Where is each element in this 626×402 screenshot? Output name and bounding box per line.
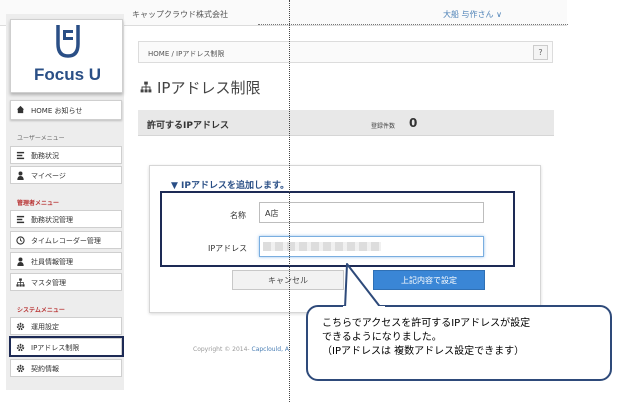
sidebar-item-work-status-admin[interactable]: 勤務状況管理 — [10, 210, 122, 228]
user-menu[interactable]: 大船 与作さん ∨ — [443, 9, 502, 20]
section-user-menu: ユーザーメニュー — [17, 135, 65, 142]
sidebar-item-home[interactable]: HOME お知らせ — [10, 100, 122, 120]
list-title: 許可するIPアドレス — [147, 121, 229, 131]
company-name: キャップクラウド株式会社 — [132, 10, 228, 19]
callout-line: できるようになりました。 — [322, 332, 442, 343]
count-value: 0 — [409, 116, 418, 130]
logo-text: Focus U — [33, 65, 102, 84]
sidebar-item-contract[interactable]: 契約情報 — [10, 359, 122, 377]
sidebar-item-label: 契約情報 — [31, 365, 59, 373]
user-icon — [17, 171, 24, 180]
user-icon — [17, 257, 24, 266]
ip-label: IPアドレス — [208, 244, 248, 253]
section-system-menu: システムメニュー — [17, 307, 65, 314]
gear-icon — [16, 364, 25, 373]
sidebar-item-label: 勤務状況 — [31, 152, 59, 160]
sidebar-item-label: タイムレコーダー管理 — [31, 237, 101, 245]
sidebar-item-employee-info[interactable]: 社員情報管理 — [10, 252, 122, 270]
name-input[interactable]: A店 — [259, 202, 484, 223]
logo[interactable]: Focus U — [10, 19, 123, 93]
name-label: 名称 — [230, 211, 246, 220]
sidebar-item-mypage[interactable]: マイページ — [10, 166, 122, 184]
sidebar-item-label: マイページ — [31, 172, 66, 180]
clock-icon — [16, 236, 25, 245]
home-icon — [16, 105, 25, 114]
sidebar-item-label: 運用設定 — [31, 323, 59, 331]
sidebar-item-work-status[interactable]: 勤務状況 — [10, 146, 122, 164]
ip-address-blurred-value — [263, 242, 381, 251]
sidebar-highlight-frame — [9, 336, 124, 357]
callout-text: こちらでアクセスを許可するIPアドレスが設定 できるようになりました。 （IPア… — [322, 317, 530, 359]
form-heading: ▼ IPアドレスを追加します。 — [171, 181, 290, 191]
breadcrumb-text[interactable]: HOME / IPアドレス制限 — [148, 49, 224, 59]
callout-bubble: こちらでアクセスを許可するIPアドレスが設定 できるようになりました。 （IPア… — [306, 305, 612, 381]
help-button[interactable]: ? — [533, 45, 548, 60]
page-title: IPアドレス制限 — [157, 79, 261, 97]
copyright: Copyright © 2014- Capclould, A — [193, 346, 289, 353]
sidebar-item-label: 社員情報管理 — [31, 258, 73, 266]
sidebar-item-label: 勤務状況管理 — [31, 216, 73, 224]
callout-line: こちらでアクセスを許可するIPアドレスが設定 — [322, 318, 531, 329]
callout-tail — [343, 263, 385, 310]
guide-line-horizontal — [258, 24, 568, 25]
sidebar-item-time-recorder[interactable]: タイムレコーダー管理 — [10, 231, 122, 249]
sidebar-item-label: マスタ管理 — [31, 279, 66, 287]
gear-icon — [16, 322, 25, 331]
breadcrumb: HOME / IPアドレス制限 ? — [138, 41, 553, 63]
list-icon — [16, 215, 25, 224]
copyright-brand-link[interactable]: Capclould, A — [252, 346, 290, 353]
guide-line-vertical — [289, 0, 290, 402]
list-icon — [16, 151, 25, 160]
section-admin-menu: 管理者メニュー — [17, 200, 60, 207]
focus-u-logo-icon — [56, 25, 80, 58]
copyright-prefix: Copyright © 2014- — [193, 346, 250, 353]
sidebar-item-master[interactable]: マスタ管理 — [10, 273, 122, 291]
sitemap-icon — [140, 81, 152, 93]
cancel-button[interactable]: キャンセル — [232, 270, 344, 290]
sidebar-item-label: HOME お知らせ — [31, 107, 83, 115]
sitemap-icon — [16, 278, 25, 287]
allowed-ip-list-header: 許可するIPアドレス 登録件数 0 — [138, 110, 554, 136]
sidebar-item-operation-settings[interactable]: 運用設定 — [10, 317, 122, 335]
callout-line: （IPアドレスは 複数アドレス設定できます） — [322, 346, 525, 357]
count-label: 登録件数 — [371, 123, 396, 130]
